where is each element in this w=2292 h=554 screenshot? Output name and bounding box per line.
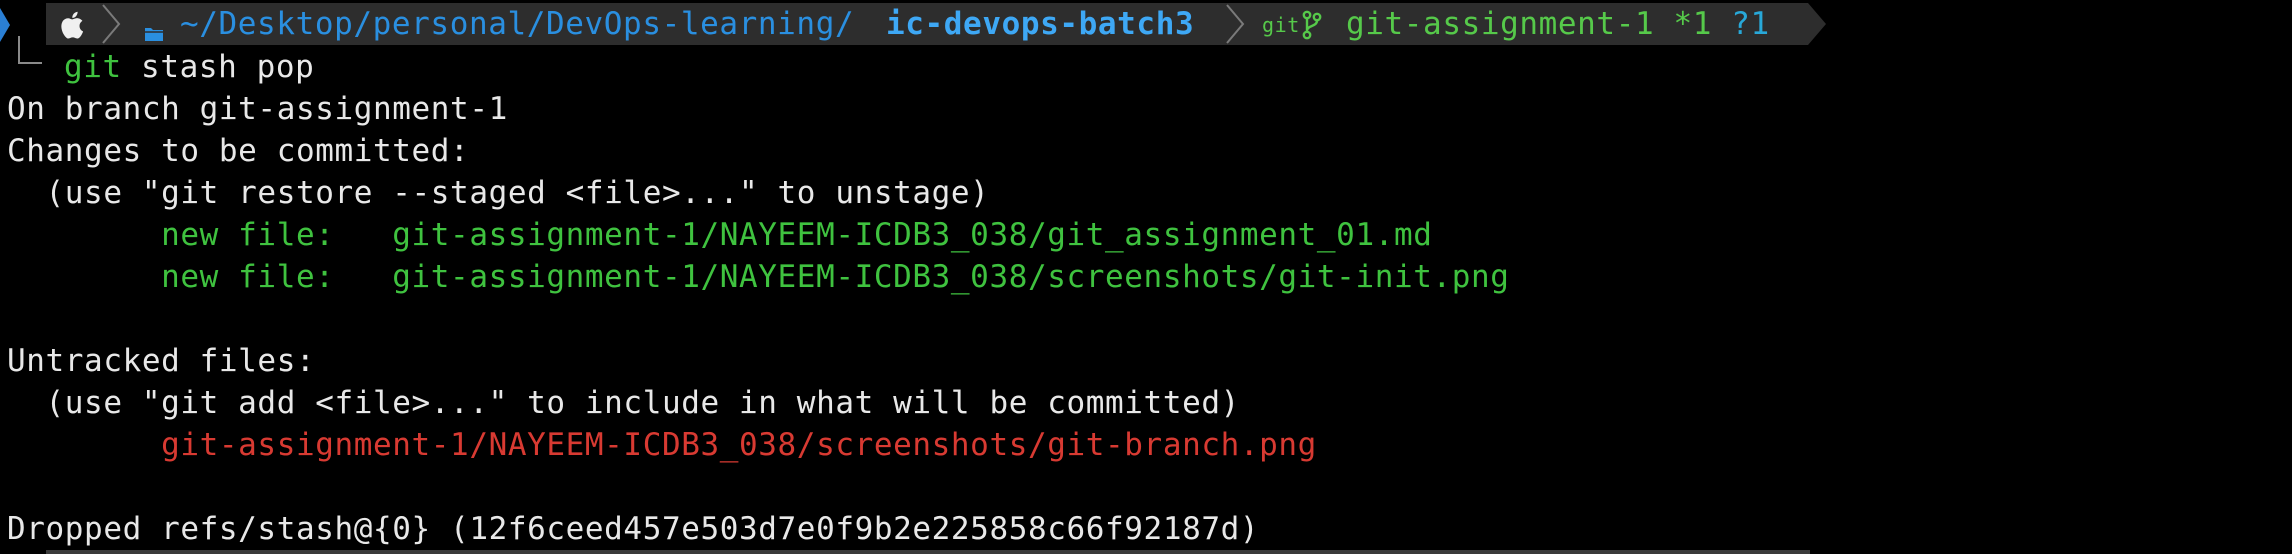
folder-icon: [144, 14, 164, 50]
staged-file: new file: git-assignment-1/NAYEEM-ICDB3_…: [7, 259, 1510, 295]
prompt-connector: [18, 36, 42, 64]
prompt-separator: [1224, 3, 1246, 45]
untracked-file: git-assignment-1/NAYEEM-ICDB3_038/screen…: [7, 427, 1317, 463]
untracked-count: ?1: [1731, 6, 1770, 42]
path-prefix: ~/Desktop/personal/DevOps-learning/: [180, 6, 855, 42]
apple-icon: [58, 10, 84, 48]
untracked-header: Untracked files:: [7, 343, 316, 379]
staged-file: new file: git-assignment-1/NAYEEM-ICDB3_…: [7, 217, 1433, 253]
vcs-label: git: [1262, 13, 1300, 37]
git-branch-icon: [1302, 10, 1322, 48]
command-args: stash pop: [121, 49, 315, 85]
prompt-left-cap: [0, 8, 10, 42]
staged-header: Changes to be committed:: [7, 133, 470, 169]
staged-hint: (use "git restore --staged <file>..." to…: [7, 175, 990, 211]
path-current-dir: ic-devops-batch3: [886, 6, 1195, 42]
prompt-separator: [100, 3, 122, 45]
branch-line: On branch git-assignment-1: [7, 91, 508, 127]
branch-name-status: git-assignment-1 *1: [1346, 6, 1732, 42]
next-prompt-bar: [46, 550, 1810, 554]
branch-status: git-assignment-1 *1 ?1: [1346, 3, 1770, 45]
command-name: git: [64, 49, 122, 85]
untracked-hint: (use "git add <file>..." to include in w…: [7, 385, 1240, 421]
dropped-stash-line: Dropped refs/stash@{0} (12f6ceed457e503d…: [7, 511, 1260, 547]
command-line: git stash pop: [64, 46, 314, 88]
